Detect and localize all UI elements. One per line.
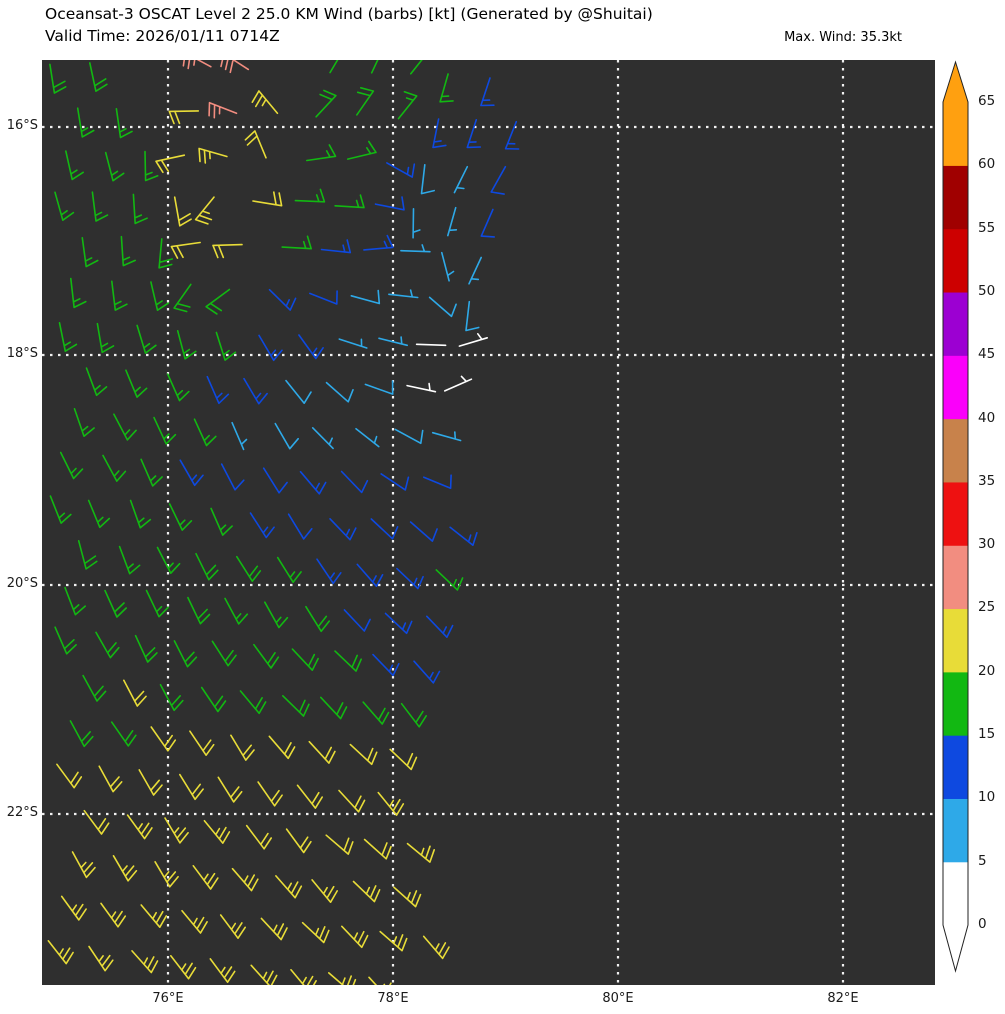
wind-barb-plot: [42, 44, 935, 1000]
colorbar-tick-label: 15: [978, 726, 996, 743]
colorbar-segment: [943, 481, 968, 546]
colorbar-tick-label: 30: [978, 536, 996, 553]
colorbar-segment: [943, 545, 968, 610]
colorbar-tick-label: 25: [978, 599, 996, 616]
colorbar-tick-label: 50: [978, 282, 996, 299]
colorbar-tick-label: 10: [978, 789, 996, 806]
colorbar-tick-label: 35: [978, 472, 996, 489]
colorbar-segment: [943, 228, 968, 293]
colorbar-tick-label: 5: [978, 852, 987, 869]
colorbar-tick-label: 40: [978, 409, 996, 426]
colorbar-tick-label: 45: [978, 346, 996, 363]
colorbar-tick-label: 65: [978, 93, 996, 109]
colorbar-segment: [943, 355, 968, 420]
colorbar-segment: [943, 861, 968, 926]
colorbar-segment: [943, 735, 968, 799]
y-tick-label: 18°S: [6, 346, 38, 361]
colorbar-canvas: [942, 60, 969, 973]
colorbar-segment: [943, 418, 968, 483]
colorbar-segment: [943, 608, 968, 673]
colorbar: [935, 50, 1005, 990]
colorbar-segment: [943, 102, 968, 166]
colorbar-arrow-down: [943, 925, 968, 971]
colorbar-tick-label: 20: [978, 662, 996, 679]
valid-time-label: Valid Time: 2026/01/11 0714Z: [45, 27, 280, 45]
x-tick-label: 80°E: [602, 991, 634, 1006]
x-tick-label: 82°E: [827, 991, 859, 1006]
colorbar-segment: [943, 165, 968, 230]
chart-title: Oceansat-3 OSCAT Level 2 25.0 KM Wind (b…: [45, 5, 653, 23]
x-tick-label: 78°E: [377, 991, 409, 1006]
max-wind-label: Max. Wind: 35.3kt: [784, 30, 902, 45]
wind-barb: [415, 343, 447, 347]
x-tick-label: 76°E: [152, 991, 184, 1006]
colorbar-segment: [943, 291, 968, 356]
colorbar-tick-label: 0: [978, 916, 987, 932]
colorbar-arrow-up: [943, 62, 968, 102]
wind-barb-canvas: [42, 44, 935, 1000]
y-tick-label: 22°S: [6, 805, 38, 820]
weather-chart-page: Oceansat-3 OSCAT Level 2 25.0 KM Wind (b…: [0, 0, 1005, 1014]
colorbar-tick-label: 60: [978, 156, 996, 173]
y-tick-label: 20°S: [6, 576, 38, 591]
y-tick-label: 16°S: [6, 118, 38, 133]
colorbar-segment: [943, 671, 968, 736]
colorbar-tick-label: 55: [978, 219, 996, 236]
colorbar-segment: [943, 798, 968, 863]
plot-background: [42, 60, 935, 985]
